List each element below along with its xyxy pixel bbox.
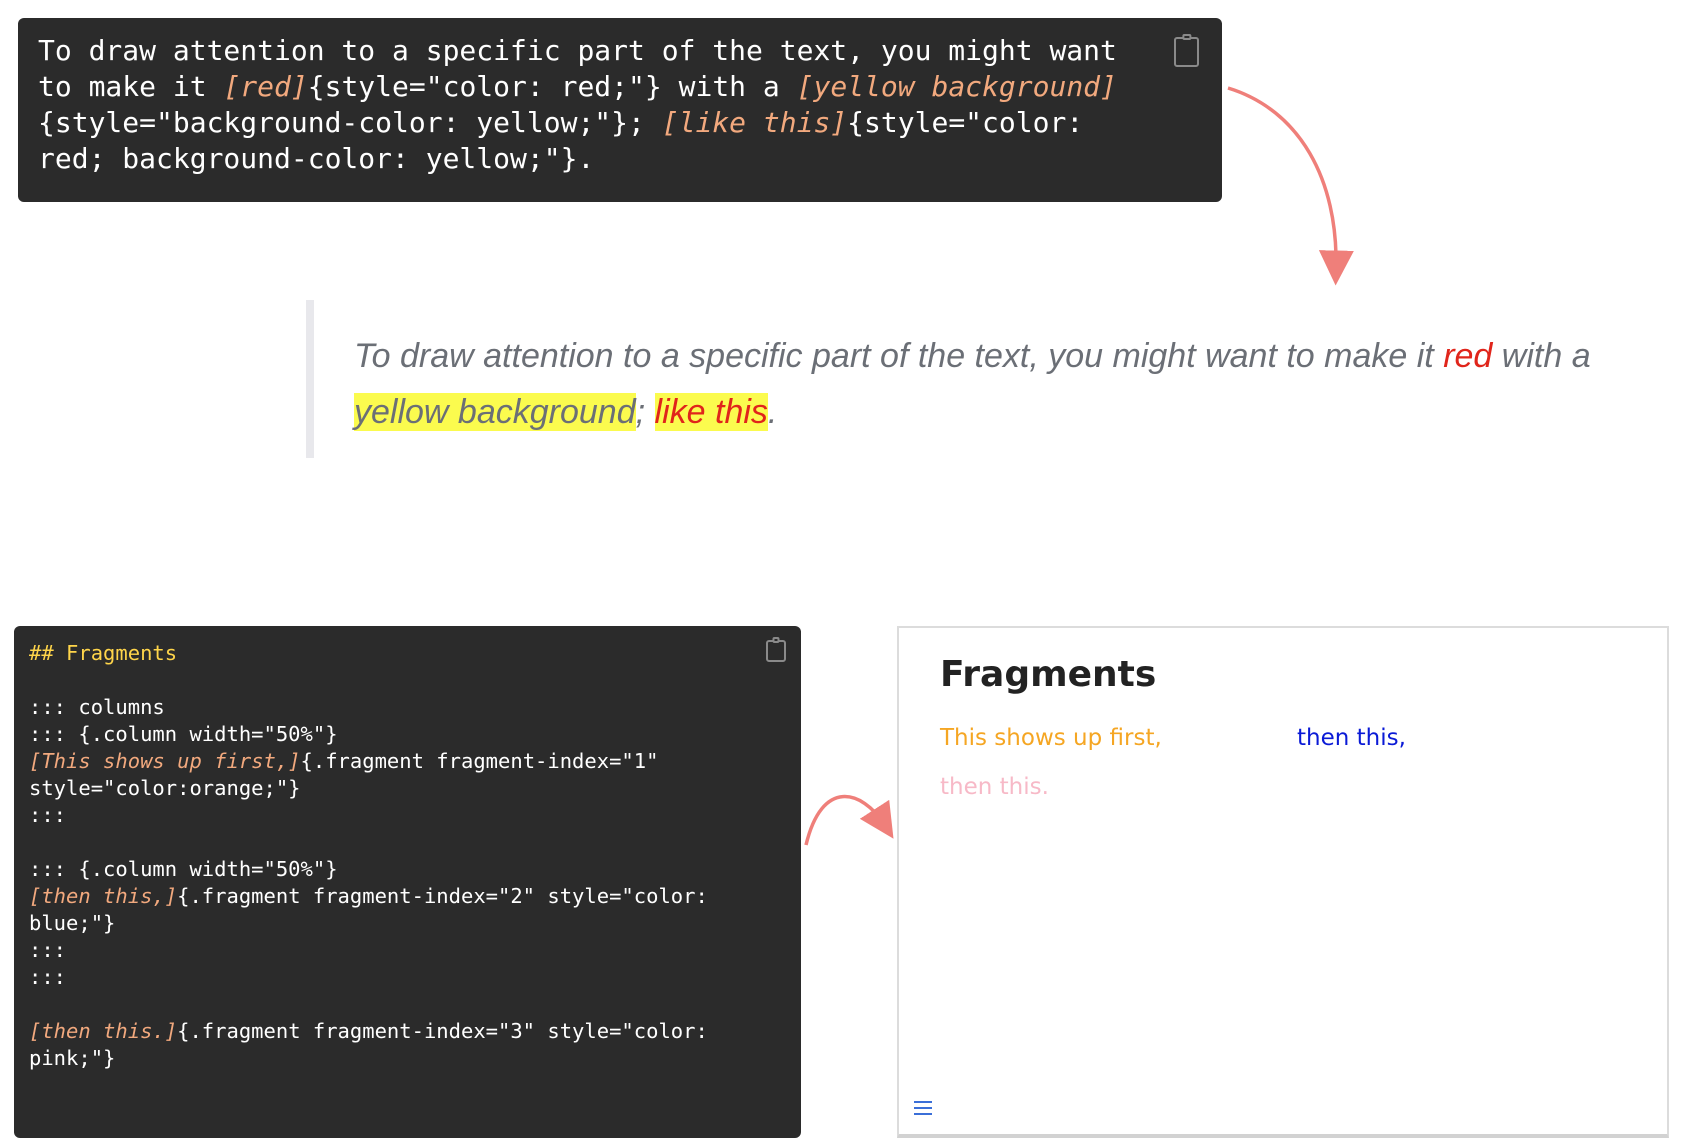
code-line: blue;"} <box>29 910 781 937</box>
quote-text: To draw attention to a specific part of … <box>354 337 1444 375</box>
code-line: ::: {.column width="50%"} <box>29 721 781 748</box>
quote-text: with a <box>1492 337 1591 375</box>
code-span: To draw attention to a specific part of … <box>38 34 1117 67</box>
code-span-highlight: [This shows up first,] <box>29 749 301 773</box>
code-span-highlight: [yellow background] <box>796 70 1117 103</box>
quote-text: ; <box>635 393 655 431</box>
code-line: to make it [red]{style="color: red;"} wi… <box>38 69 1162 105</box>
code-line: ::: <box>29 964 781 991</box>
yellow-background-text: yellow background <box>354 393 636 431</box>
code-span: ::: <box>29 938 67 962</box>
red-text: red <box>1443 337 1493 375</box>
code-span: blue;"} <box>29 911 116 935</box>
clipboard-icon[interactable] <box>766 640 786 662</box>
code-span: ::: {.column width="50%"} <box>29 857 338 881</box>
fragment-1-text: This shows up first, <box>940 725 1162 751</box>
arrow-curve-right <box>804 794 894 846</box>
code-line: [This shows up first,]{.fragment fragmen… <box>29 748 781 775</box>
code-span: ::: <box>29 965 67 989</box>
code-line: [then this,]{.fragment fragment-index="2… <box>29 883 781 910</box>
code-span: {.fragment fragment-index="2" style="col… <box>177 884 708 908</box>
fragment-2-text: then this, <box>1297 725 1406 751</box>
code-span: ::: {.column width="50%"} <box>29 722 338 746</box>
code-span-highlight: [like this] <box>661 106 848 139</box>
code-line: red; background-color: yellow;"}. <box>38 141 1162 177</box>
code-line: pink;"} <box>29 1045 781 1072</box>
code-span: ::: <box>29 803 67 827</box>
code-span-highlight: [then this.] <box>29 1019 178 1043</box>
code-line: ::: <box>29 802 781 829</box>
fragment-3-text: then this. <box>940 774 1049 800</box>
code-line: style="color:orange;"} <box>29 775 781 802</box>
code-line: ::: <box>29 937 781 964</box>
code-span: to make it <box>38 70 224 103</box>
quote-text: . <box>767 393 778 431</box>
code-line: ::: {.column width="50%"} <box>29 856 781 883</box>
code-line: ::: columns <box>29 694 781 721</box>
arrow-curve-down <box>1227 86 1354 286</box>
code-line: [then this.]{.fragment fragment-index="3… <box>29 1018 781 1045</box>
code-span-highlight: [then this,] <box>29 884 178 908</box>
code-line: To draw attention to a specific part of … <box>38 33 1162 69</box>
code-span: red; background-color: yellow;"}. <box>38 142 595 175</box>
code-span: {style="color: red;"} with a <box>307 70 797 103</box>
code-span: pink;"} <box>29 1046 116 1070</box>
code-heading: ## Fragments <box>29 641 178 665</box>
code-span: ::: columns <box>29 695 165 719</box>
clipboard-icon[interactable] <box>1174 37 1199 67</box>
hamburger-menu-icon[interactable] <box>913 1100 933 1116</box>
code-span: {.fragment fragment-index="1" <box>300 749 659 773</box>
code-block-fragments: ## Fragments ::: columns::: {.column wid… <box>14 626 801 1138</box>
rendered-output-blockquote: To draw attention to a specific part of … <box>306 300 1606 458</box>
slide-preview: Fragments This shows up first, then this… <box>897 626 1669 1138</box>
code-line: ## Fragments <box>29 640 781 667</box>
code-span: {style="color: <box>847 106 1084 139</box>
red-on-yellow-text: like this <box>654 393 768 431</box>
code-line: {style="background-color: yellow;"}; [li… <box>38 105 1162 141</box>
code-block-styled-text: To draw attention to a specific part of … <box>18 18 1222 202</box>
code-span: style="color:orange;"} <box>29 776 301 800</box>
code-span: {.fragment fragment-index="3" style="col… <box>177 1019 708 1043</box>
slide-title: Fragments <box>940 654 1157 695</box>
code-span-highlight: [red] <box>223 70 308 103</box>
code-span: {style="background-color: yellow;"}; <box>38 106 662 139</box>
